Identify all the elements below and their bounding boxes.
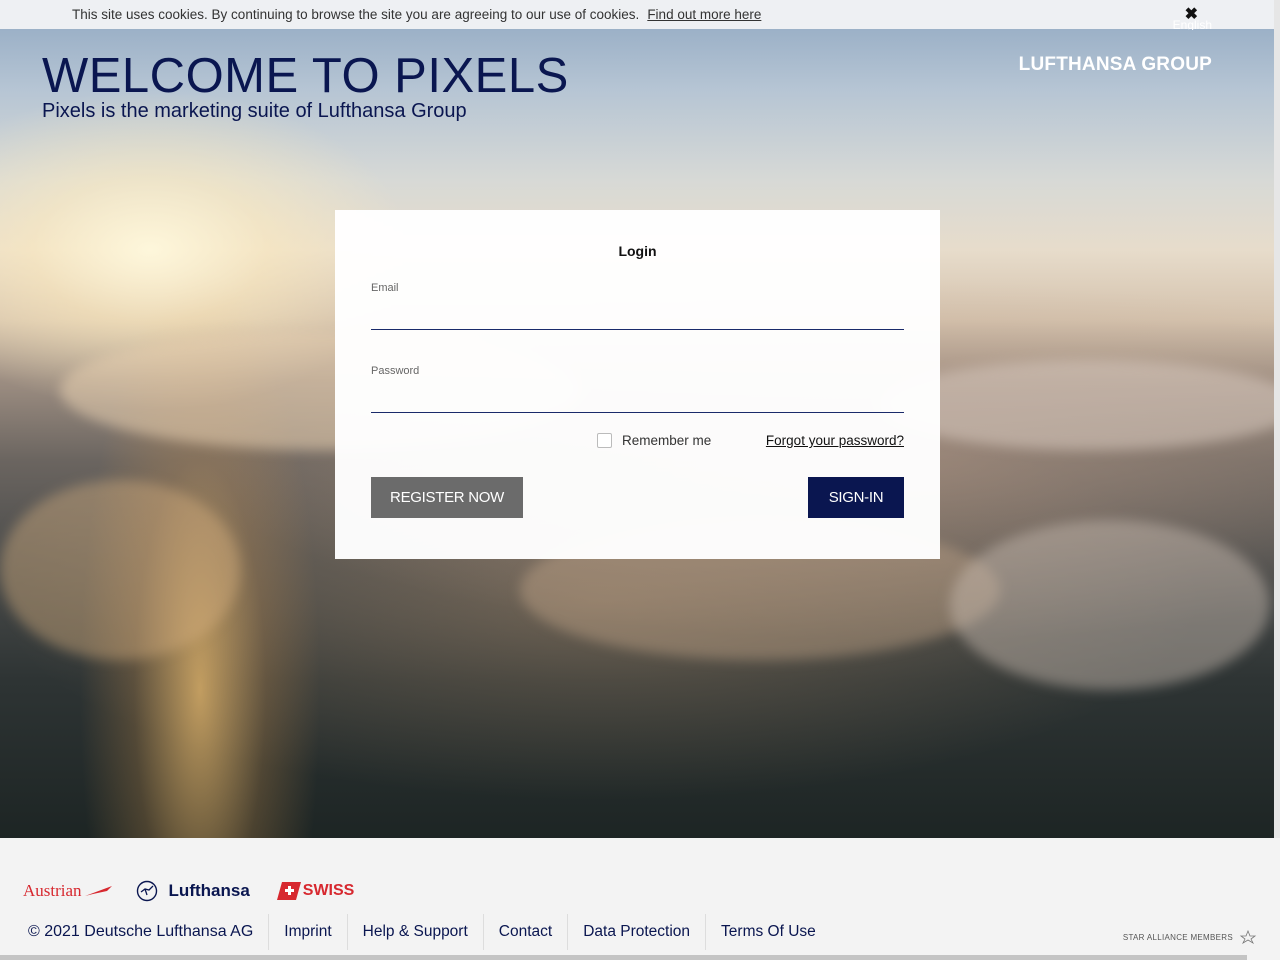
footer-link-imprint[interactable]: Imprint (269, 914, 348, 950)
password-label: Password (371, 365, 420, 377)
page-subtitle: Pixels is the marketing suite of Lufthan… (42, 100, 467, 122)
register-button[interactable]: REGISTER NOW (371, 477, 523, 518)
password-field[interactable] (371, 387, 904, 413)
crane-icon (136, 880, 157, 902)
language-selector[interactable]: English (1173, 20, 1212, 30)
remember-me-label: Remember me (622, 433, 712, 448)
email-field[interactable] (371, 304, 904, 330)
login-card: Login Email Password Remember me Forgot … (335, 210, 940, 559)
page-title: WELCOME TO PIXELS (42, 49, 569, 103)
lufthansa-logo: Lufthansa (136, 880, 250, 902)
horizontal-scrollbar[interactable] (0, 955, 1247, 960)
footer-link-data-protection[interactable]: Data Protection (568, 914, 707, 950)
star-icon (1239, 930, 1257, 944)
airline-logos: Austrian Lufthansa SWISS (23, 880, 354, 902)
login-title: Login (618, 243, 657, 259)
copyright: © 2021 Deutsche Lufthansa AG (28, 914, 270, 950)
cookie-banner: This site uses cookies. By continuing to… (0, 0, 1274, 29)
star-alliance-logo: STAR ALLIANCE MEMBERS (1123, 930, 1260, 944)
austrian-arrow-icon (84, 886, 112, 896)
swiss-logo-text: SWISS (302, 882, 355, 899)
austrian-logo: Austrian (23, 881, 113, 901)
swiss-cross-icon (276, 882, 301, 900)
swiss-logo: SWISS (276, 882, 355, 900)
footer-link-help-support[interactable]: Help & Support (348, 914, 484, 950)
star-alliance-text: STAR ALLIANCE MEMBERS (1122, 932, 1233, 942)
cookie-info-link[interactable]: Find out more here (647, 7, 761, 22)
footer-links: © 2021 Deutsche Lufthansa AG Imprint Hel… (28, 914, 831, 950)
email-label: Email (371, 282, 399, 294)
remember-me-checkbox[interactable] (597, 433, 612, 448)
forgot-password-link[interactable]: Forgot your password? (766, 433, 904, 448)
sign-in-button[interactable]: SIGN-IN (808, 477, 904, 518)
cookie-text: This site uses cookies. By continuing to… (72, 7, 640, 22)
footer: Austrian Lufthansa SWISS © 2021 Deutsche… (0, 838, 1280, 960)
austrian-logo-text: Austrian (23, 881, 82, 900)
lufthansa-logo-text: Lufthansa (168, 881, 250, 900)
footer-link-terms-of-use[interactable]: Terms Of Use (706, 914, 831, 950)
lufthansa-group-logo: LUFTHANSA GROUP (1018, 54, 1212, 75)
footer-link-contact[interactable]: Contact (484, 914, 569, 950)
remember-me[interactable]: Remember me (597, 433, 711, 448)
vertical-scrollbar[interactable] (1274, 0, 1280, 838)
